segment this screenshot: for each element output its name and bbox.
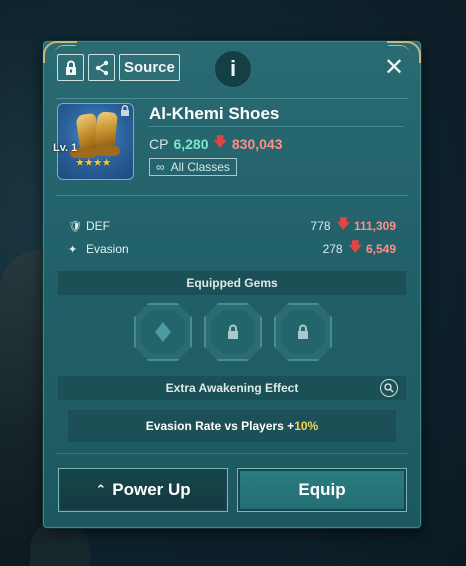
power-up-button[interactable]: ⌃ Power Up (58, 468, 228, 512)
top-toolbar: Source (57, 54, 180, 81)
combat-power-row: CP 6,280 🡇 830,043 (149, 133, 282, 155)
class-restriction-tag: ∞ All Classes (149, 158, 237, 176)
boot-graphic (94, 111, 118, 151)
search-button[interactable] (380, 379, 398, 397)
stat-value: 778 (310, 219, 331, 233)
lock-icon (65, 60, 76, 75)
gem-slot-open[interactable] (134, 303, 192, 361)
item-level: Lv. 1 (53, 142, 78, 154)
lock-icon (228, 324, 238, 339)
cp-label: CP (149, 136, 169, 152)
stat-name: DEF (86, 219, 110, 233)
gem-slot-locked[interactable] (204, 303, 262, 361)
cp-value: 6,280 (173, 136, 209, 152)
stat-name: Evasion (86, 242, 129, 256)
stats-divider (56, 195, 408, 196)
gem-slot-inner (281, 310, 325, 354)
boot-sole (94, 146, 120, 156)
infinity-icon: ∞ (156, 160, 165, 174)
gem-slot-locked[interactable] (274, 303, 332, 361)
shield-icon: 🛡 (68, 220, 82, 233)
source-button[interactable]: Source (119, 54, 180, 81)
stat-diff: 6,549 (365, 242, 396, 256)
arrow-down-icon: 🡇 (213, 134, 227, 149)
class-label: All Classes (170, 160, 230, 174)
power-up-label: Power Up (112, 480, 191, 499)
arrow-down-icon: 🡇 (336, 216, 350, 231)
item-stars: ★★★★ (75, 157, 111, 169)
name-divider (148, 126, 404, 127)
close-button[interactable]: ✕ (382, 53, 406, 81)
share-button[interactable] (88, 54, 115, 81)
effect-value: 10% (294, 419, 319, 433)
stat-diff: 111,309 (353, 219, 396, 233)
chevron-up-icon: ⌃ (95, 482, 107, 497)
awakening-effect: Evasion Rate vs Players + 10% (68, 410, 396, 442)
footer-divider (56, 453, 408, 454)
share-icon (95, 60, 108, 75)
evasion-icon: ✦ (68, 243, 78, 256)
close-icon: ✕ (383, 53, 405, 81)
equip-label: Equip (298, 480, 346, 499)
gem-slot-inner (211, 310, 255, 354)
header-divider (56, 98, 408, 99)
arrow-down-icon: 🡇 (348, 239, 362, 254)
stat-row-def: 🛡 DEF 778 🡇 111,309 (68, 216, 396, 235)
lock-icon (298, 324, 308, 339)
info-icon: i (229, 56, 237, 81)
search-icon (384, 383, 394, 393)
effect-text: Evasion Rate vs Players + (145, 419, 295, 433)
stat-value: 278 (322, 242, 343, 256)
awakening-header: Extra Awakening Effect (58, 376, 406, 400)
equipped-gems-header: Equipped Gems (58, 271, 406, 295)
equipped-gems-title: Equipped Gems (186, 276, 278, 290)
item-lock-icon (120, 104, 130, 119)
gem-slots-area (58, 295, 406, 365)
diamond-icon (155, 322, 171, 342)
stat-row-evasion: ✦ Evasion 278 🡇 6,549 (68, 239, 396, 258)
info-button[interactable]: i (214, 50, 252, 88)
awakening-title: Extra Awakening Effect (165, 381, 299, 395)
item-detail-panel: Source i ✕ Lv. 1 ★★★★ Al-Khemi Shoes CP … (43, 41, 421, 528)
equip-button[interactable]: Equip (237, 468, 407, 512)
gem-slot-inner (141, 310, 185, 354)
cp-diff: 830,043 (231, 136, 283, 152)
item-name: Al-Khemi Shoes (149, 104, 280, 123)
lock-button[interactable] (57, 54, 84, 81)
